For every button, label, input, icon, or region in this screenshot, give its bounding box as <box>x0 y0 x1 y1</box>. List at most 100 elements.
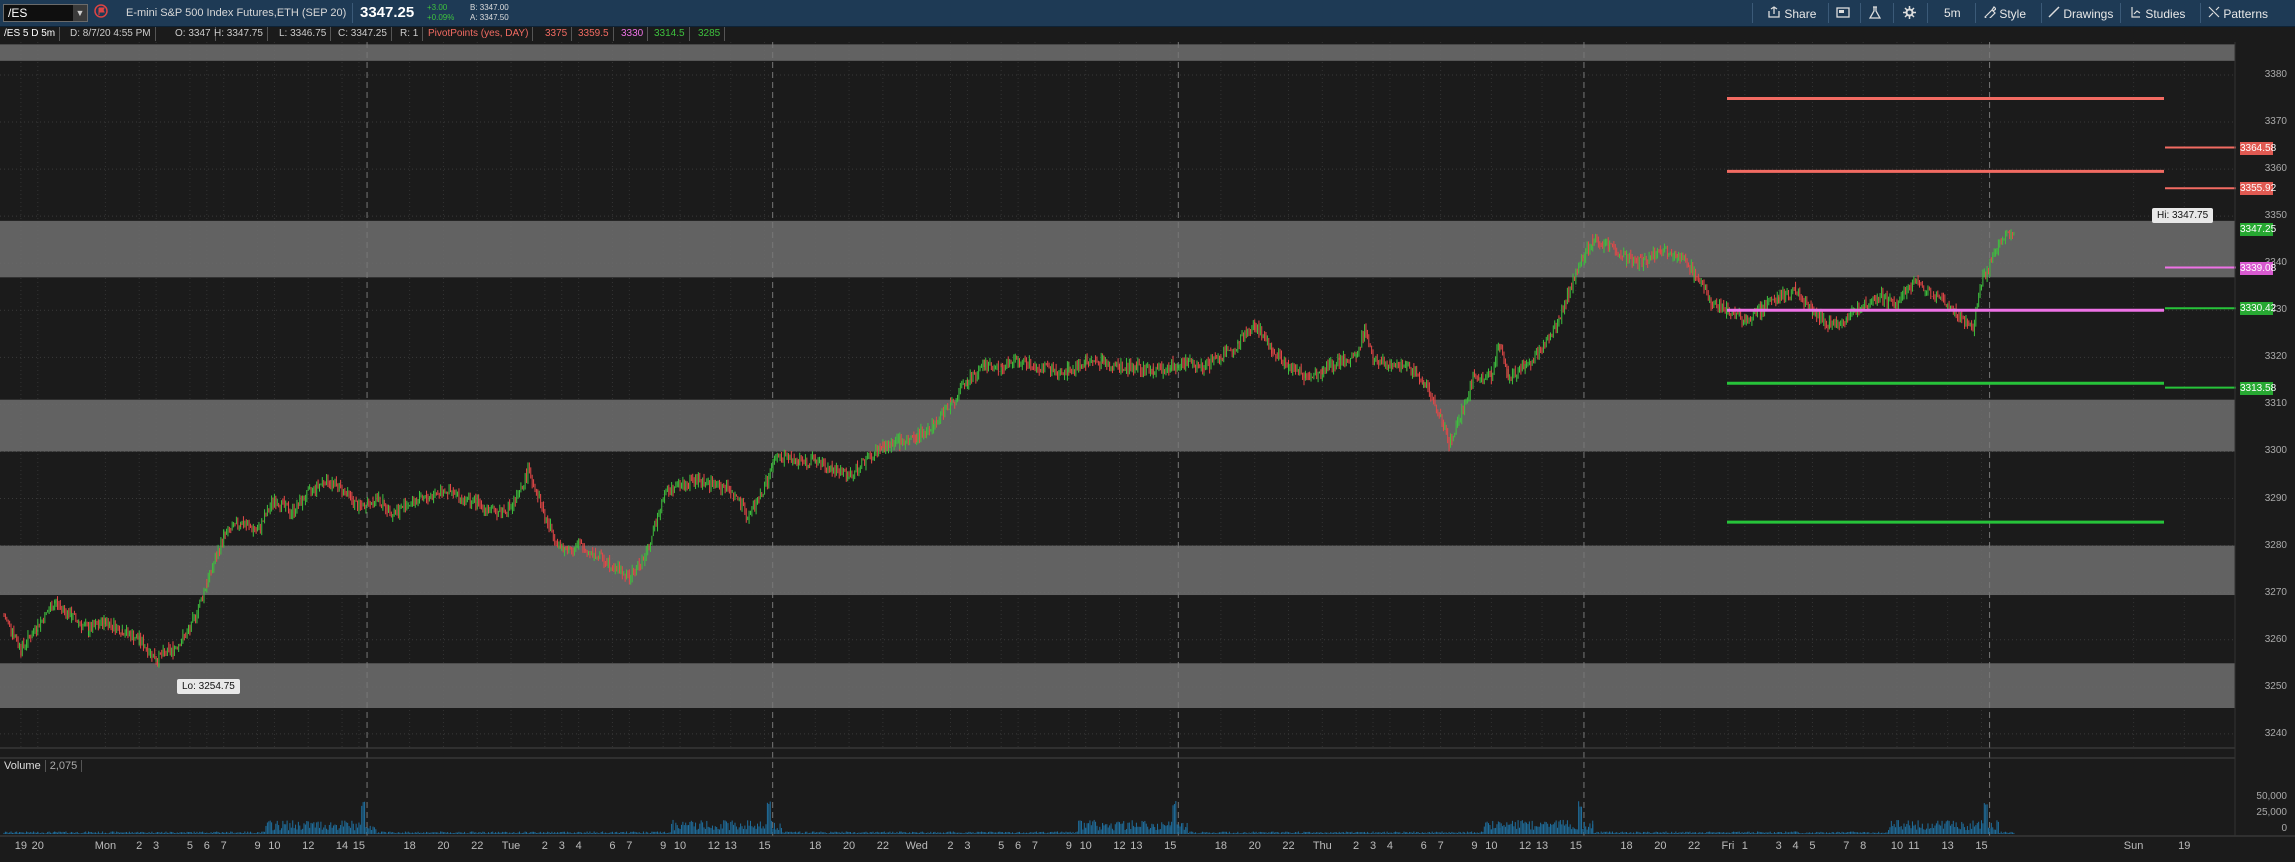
time-axis-tick: 12 <box>1519 840 1532 852</box>
time-axis-tick: 9 <box>1471 840 1478 852</box>
grey-zone <box>0 399 2235 452</box>
price-axis-tick: 3370 <box>2264 116 2287 127</box>
time-axis-tick: 15 <box>758 840 771 852</box>
time-axis-tick: 12 <box>302 840 315 852</box>
time-axis-tick: 22 <box>1688 840 1701 852</box>
time-axis-tick: 7 <box>1437 840 1444 852</box>
time-axis-tick: 10 <box>268 840 281 852</box>
time-axis-tick: 18 <box>1214 840 1228 852</box>
time-axis-tick: 6 <box>1015 840 1022 852</box>
time-axis-tick: 7 <box>1843 840 1850 852</box>
time-axis-tick: 3 <box>1369 840 1377 852</box>
time-axis-tick: 12 <box>1113 840 1126 852</box>
time-axis-tick: 22 <box>876 840 889 852</box>
time-axis-tick: 10 <box>1890 840 1904 852</box>
time-axis-tick: 9 <box>660 840 667 852</box>
time-axis-tick: Thu <box>1312 840 1332 852</box>
price-tag: 3347.25 <box>2240 223 2277 237</box>
time-axis-tick: 15 <box>1164 840 1177 852</box>
price-axis-tick: 3320 <box>2264 351 2287 363</box>
grid <box>0 42 2235 748</box>
time-axis-tick: 15 <box>1975 840 1988 852</box>
time-axis-tick: 4 <box>575 840 582 852</box>
time-axis-tick: 13 <box>1941 840 1954 852</box>
price-axis-tick: 3290 <box>2264 492 2287 504</box>
time-axis-tick: 19 <box>2178 840 2191 852</box>
time-axis-tick: 22 <box>471 840 484 852</box>
price-axis-tick: 3250 <box>2264 680 2287 692</box>
time-axis-tick: 3 <box>1775 840 1782 852</box>
time-axis-tick: 12 <box>707 840 720 852</box>
time-axis-tick: 5 <box>1809 840 1816 852</box>
time-axis-tick: 10 <box>1079 840 1092 852</box>
time-axis-tick: 18 <box>1620 840 1633 852</box>
time-axis-tick: 20 <box>31 840 44 852</box>
time-axis-tick: 15 <box>1569 840 1582 852</box>
time-axis-tick: 2 <box>947 840 954 852</box>
time-axis-tick: Wed <box>905 840 928 852</box>
time-axis-tick: 13 <box>724 840 737 852</box>
price-tag: 3330.42 <box>2240 302 2277 316</box>
time-axis-tick: 18 <box>403 840 416 852</box>
price-tag: 3364.58 <box>2240 141 2277 155</box>
time-axis-tick: 19 <box>14 840 28 852</box>
grey-zone <box>0 663 2235 708</box>
price-chart[interactable] <box>0 0 2295 862</box>
volume-header: Volume 2,075 <box>0 760 83 772</box>
price-tag: 3339.08 <box>2240 261 2277 275</box>
time-axis-tick: 6 <box>203 840 210 852</box>
time-axis-tick: 1 <box>1741 840 1748 852</box>
time-axis-tick: 6 <box>609 840 616 852</box>
volume-label: Volume <box>0 760 46 772</box>
support-resistance-zones <box>0 44 2235 708</box>
time-axis-tick: 20 <box>437 840 450 852</box>
volume-axis-tick: 50,000 <box>2256 791 2287 802</box>
time-axis-tick: 4 <box>1386 840 1393 852</box>
time-axis-tick: 3 <box>153 840 160 852</box>
price-axis-tick: 3310 <box>2264 398 2287 410</box>
time-axis-tick: 3 <box>558 840 565 852</box>
time-axis-tick: 15 <box>352 840 366 852</box>
time-axis-tick: 20 <box>1248 840 1261 852</box>
price-axis-tick: 3300 <box>2264 445 2287 457</box>
time-axis-tick: 11 <box>1908 840 1920 852</box>
time-axis-tick: 9 <box>1065 840 1072 852</box>
time-axis-tick: 2 <box>1353 840 1360 852</box>
time-axis-tick: 3 <box>964 840 971 852</box>
time-axis-tick: 20 <box>842 840 856 852</box>
time-axis-tick: 2 <box>136 840 143 852</box>
time-axis-tick: Fri <box>1721 840 1735 852</box>
price-axis-tick: 3270 <box>2264 586 2287 598</box>
price-axis-tick: 3240 <box>2264 727 2287 739</box>
time-axis-tick: 9 <box>254 840 261 852</box>
price-tag: 3313.58 <box>2240 381 2277 395</box>
price-axis-tick: 3350 <box>2264 210 2287 222</box>
time-axis-tick: 4 <box>1792 840 1799 852</box>
volume-value: 2,075 <box>45 760 83 772</box>
time-axis-tick: 13 <box>1130 840 1143 852</box>
time-axis-tick: 14 <box>335 840 349 852</box>
time-axis-tick: 2 <box>541 840 548 852</box>
price-axis-tick: 3380 <box>2264 68 2287 80</box>
time-axis-tick: 7 <box>626 840 633 852</box>
grey-zone <box>0 220 2235 278</box>
price-tag: 3355.92 <box>2240 182 2277 196</box>
low-callout: Lo: 3254.75 <box>177 679 240 694</box>
time-axis-tick: 18 <box>809 840 822 852</box>
time-axis-tick: 13 <box>1535 840 1549 852</box>
grey-zone <box>0 44 2235 61</box>
volume-bars <box>3 801 2015 834</box>
time-axis-tick: Sun <box>2123 840 2144 852</box>
time-axis-tick: 20 <box>1654 840 1667 852</box>
time-axis-tick: 5 <box>186 840 193 852</box>
time-axis-tick: 10 <box>1485 840 1498 852</box>
time-axis-tick: 10 <box>673 840 687 852</box>
time-axis-tick: Tue <box>501 840 521 852</box>
time-axis-tick: 7 <box>1031 840 1039 852</box>
price-axis-tick: 3260 <box>2264 633 2287 645</box>
grey-zone <box>0 545 2235 596</box>
price-axis-tick: 3280 <box>2264 539 2287 551</box>
high-callout: Hi: 3347.75 <box>2152 208 2214 223</box>
time-axis-tick: Mon <box>94 840 117 852</box>
price-axis-tick: 3360 <box>2264 163 2287 175</box>
